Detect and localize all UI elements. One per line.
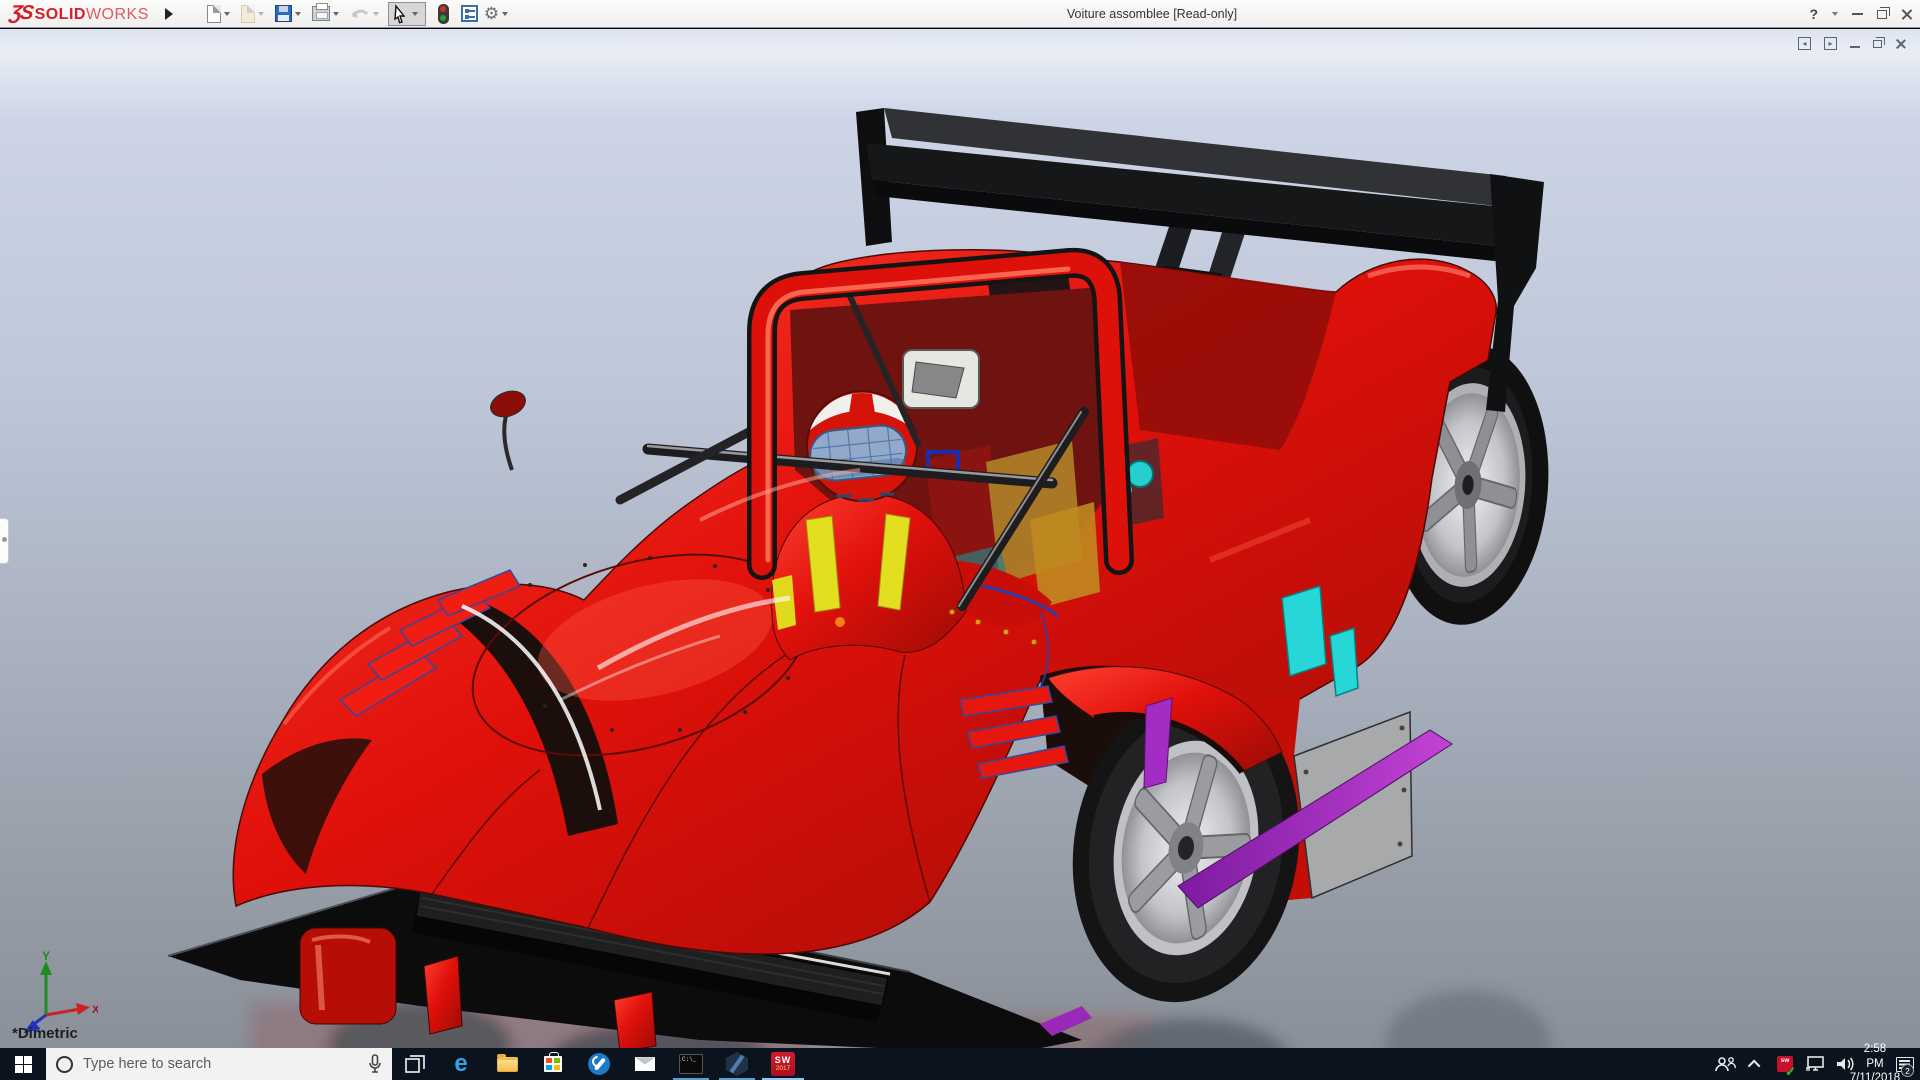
help-button[interactable]: ? <box>1809 0 1818 28</box>
network-button[interactable] <box>1800 1048 1830 1080</box>
notification-badge: 2 <box>1901 1064 1914 1077</box>
desktop: { "app": { "title": "Voiture assomblee [… <box>0 0 1920 1080</box>
people-icon <box>1714 1056 1736 1072</box>
system-tray: sw 2:58 PM 7/11/2018 2 <box>1710 1048 1920 1080</box>
speaker-icon <box>1835 1056 1855 1072</box>
car-model[interactable] <box>0 29 1920 1048</box>
solidworks-logo-mark-icon: ƷS <box>8 2 34 25</box>
chevron-down-icon[interactable] <box>412 12 418 16</box>
options-button[interactable]: ⚙ <box>482 2 515 26</box>
hidden-icons-button[interactable] <box>1740 1048 1770 1080</box>
view-orientation-label: *Dimetric <box>12 1025 78 1042</box>
minimize-document-button[interactable] <box>1850 46 1860 48</box>
windows-logo-icon <box>15 1056 32 1073</box>
chevron-down-icon[interactable] <box>295 12 301 16</box>
quick-access-toolbar: ⚙ <box>205 2 515 26</box>
save-floppy-icon <box>275 5 292 22</box>
triad-x-label: X <box>92 1004 98 1016</box>
taskbar: e C:\_ SW 2017 sw <box>0 1048 1920 1080</box>
open-folder-icon <box>241 5 255 23</box>
feature-panel-collapsed-tab[interactable] <box>0 518 9 564</box>
new-document-icon <box>207 5 221 23</box>
solidworks-logo: ƷS SOLID WORKS <box>10 2 149 25</box>
printer-icon <box>312 6 330 21</box>
mail-icon <box>635 1057 655 1071</box>
network-icon <box>1805 1056 1825 1072</box>
restore-button[interactable] <box>1877 10 1887 19</box>
new-document-button[interactable] <box>205 2 237 26</box>
show-left-pane-button[interactable]: ◂ <box>1798 37 1811 50</box>
taskbar-file-explorer[interactable] <box>484 1048 530 1080</box>
task-view-icon <box>405 1055 425 1073</box>
cursor-arrow-icon <box>391 4 409 24</box>
clock-time: 2:58 PM <box>1860 1042 1890 1072</box>
brand-works: WORKS <box>86 6 149 24</box>
solidworks-monitor-tray[interactable]: sw <box>1770 1048 1800 1080</box>
taskbar-search[interactable] <box>46 1048 392 1080</box>
solidworks-check-icon: sw <box>1777 1056 1793 1072</box>
chevron-down-icon[interactable] <box>258 12 264 16</box>
window-title: Voiture assomblee [Read-only] <box>1067 7 1237 21</box>
taskbar-solidworks[interactable]: SW 2017 <box>760 1048 806 1080</box>
rear-view-mirror <box>903 350 979 408</box>
show-right-pane-button[interactable]: ▸ <box>1824 37 1837 50</box>
brand-solid: SOLID <box>35 6 86 24</box>
graphics-area[interactable]: ◂ ▸ Y X *Dimetric <box>0 29 1920 1048</box>
document-window-controls: ◂ ▸ <box>1798 37 1906 50</box>
taskbar-tool-app[interactable] <box>576 1048 622 1080</box>
people-button[interactable] <box>1710 1048 1740 1080</box>
minimize-button[interactable] <box>1852 13 1863 15</box>
file-explorer-icon <box>497 1057 518 1072</box>
chevron-up-icon <box>1747 1059 1760 1072</box>
print-button[interactable] <box>310 2 346 26</box>
menu-flyout-arrow-icon[interactable] <box>165 8 173 20</box>
close-button[interactable] <box>1901 9 1912 20</box>
solidworks-2017-icon: SW 2017 <box>771 1052 795 1076</box>
undo-arrow-icon <box>350 6 370 22</box>
file-properties-button[interactable] <box>459 2 480 26</box>
dash-gauge <box>1127 461 1153 487</box>
chevron-down-icon[interactable] <box>502 12 508 16</box>
taskbar-command-prompt[interactable]: C:\_ <box>668 1048 714 1080</box>
taskbar-hexagon-app[interactable] <box>714 1048 760 1080</box>
save-button[interactable] <box>273 2 308 26</box>
taskbar-clock[interactable]: 2:58 PM 7/11/2018 <box>1860 1048 1890 1080</box>
hexagon-app-icon <box>726 1052 748 1076</box>
chevron-down-icon[interactable] <box>333 12 339 16</box>
window-controls: ? <box>1809 0 1912 28</box>
taskbar-edge[interactable]: e <box>438 1048 484 1080</box>
search-input[interactable] <box>83 1056 333 1072</box>
select-tool-button[interactable] <box>388 2 426 26</box>
action-center-button[interactable]: 2 <box>1890 1048 1920 1080</box>
undo-button[interactable] <box>348 2 386 26</box>
command-prompt-icon: C:\_ <box>679 1054 703 1074</box>
wrench-circle-icon <box>588 1053 610 1075</box>
help-chevron-icon[interactable] <box>1832 12 1838 16</box>
gear-icon: ⚙ <box>484 5 499 22</box>
task-view-button[interactable] <box>392 1048 438 1080</box>
close-document-button[interactable] <box>1895 38 1906 49</box>
side-mirror-left <box>487 387 529 470</box>
nose-duct <box>300 928 396 1024</box>
restore-document-button[interactable] <box>1873 40 1882 48</box>
edge-icon: e <box>454 1052 467 1076</box>
traffic-light-icon <box>438 4 449 24</box>
properties-form-icon <box>461 5 478 22</box>
store-icon <box>544 1056 562 1072</box>
triad-y-label: Y <box>42 949 50 963</box>
chevron-down-icon[interactable] <box>373 12 379 16</box>
taskbar-store[interactable] <box>530 1048 576 1080</box>
open-button[interactable] <box>239 2 271 26</box>
chevron-down-icon[interactable] <box>224 12 230 16</box>
cortana-icon <box>56 1056 73 1073</box>
titlebar: ƷS SOLID WORKS ⚙ Voiture assomblee [Read… <box>0 0 1920 28</box>
start-button[interactable] <box>0 1048 46 1080</box>
rebuild-button[interactable] <box>436 2 451 26</box>
microphone-icon[interactable] <box>368 1054 382 1074</box>
taskbar-mail[interactable] <box>622 1048 668 1080</box>
